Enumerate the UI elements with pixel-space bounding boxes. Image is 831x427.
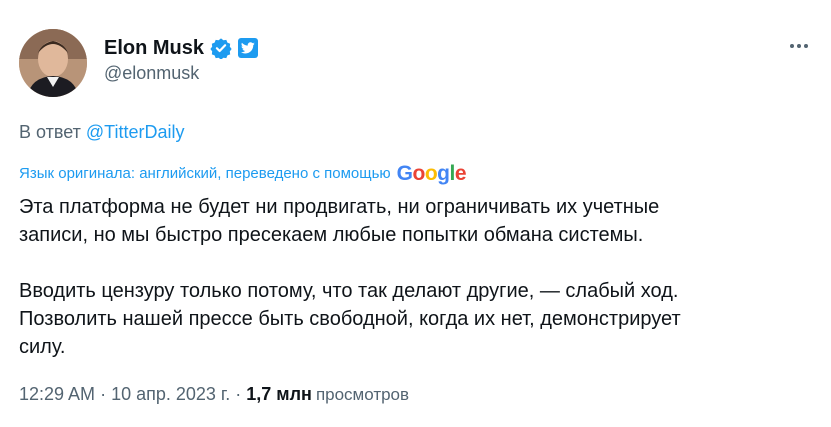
reply-prefix: В ответ	[19, 122, 81, 142]
separator: ·	[230, 384, 242, 404]
tweet-time[interactable]: 12:29 AM	[19, 384, 95, 405]
tweet-date[interactable]: 10 апр. 2023 г.	[111, 384, 230, 405]
separator: ·	[95, 384, 112, 404]
tweet-meta: 12:29 AM · 10 апр. 2023 г. · 1,7 млн про…	[19, 384, 409, 405]
dot	[790, 44, 794, 48]
author-handle[interactable]: @elonmusk	[104, 63, 199, 84]
tweet-paragraph-1: Эта платформа не будет ни продвигать, ни…	[19, 196, 660, 246]
views-label: просмотров	[315, 385, 410, 404]
avatar[interactable]	[19, 29, 87, 97]
author-name-row: Elon Musk	[104, 34, 259, 62]
google-logo: Google	[396, 161, 467, 185]
reply-context: В ответ @TitterDaily	[19, 122, 185, 143]
dot	[804, 44, 808, 48]
dot	[797, 44, 801, 48]
tweet-text: Эта платформа не будет ни продвигать, ни…	[19, 193, 809, 361]
twitter-bird-icon	[238, 38, 259, 58]
translation-note-text: Язык оригинала: английский, переведено с…	[19, 164, 391, 182]
more-options-icon[interactable]	[784, 34, 814, 58]
tweet-card: Elon Musk @elonmusk В ответ @TitterDaily…	[0, 0, 831, 427]
views-count: 1,7 млн	[246, 384, 312, 404]
reply-target-link[interactable]: @TitterDaily	[86, 122, 185, 142]
author-display-name[interactable]: Elon Musk	[104, 37, 204, 60]
tweet-paragraph-2: Вводить цензуру только потому, что так д…	[19, 280, 681, 358]
translation-note: Язык оригинала: английский, переведено с…	[19, 158, 467, 188]
verified-badge-icon	[210, 37, 232, 60]
avatar-image	[19, 29, 87, 97]
